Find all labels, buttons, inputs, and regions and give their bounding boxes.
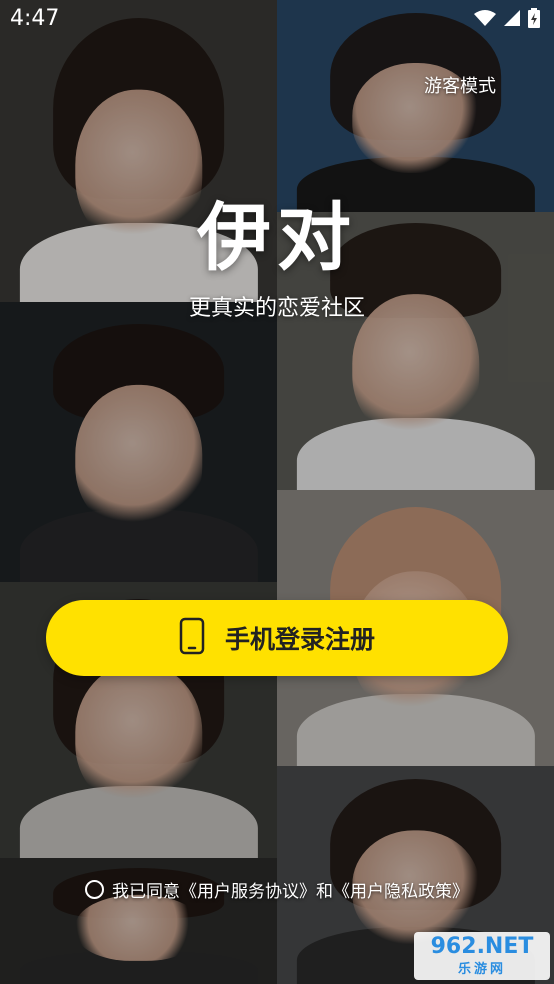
dim-overlay xyxy=(0,0,554,984)
status-time: 4:47 xyxy=(10,5,60,31)
agreement-row: 我已同意 《用户服务协议》 和 《用户隐私政策》 xyxy=(0,877,554,902)
agreement-prefix: 我已同意 xyxy=(112,882,180,902)
app-slogan: 更真实的恋爱社区 xyxy=(188,296,365,321)
agree-checkbox[interactable] xyxy=(85,880,104,899)
wifi-icon xyxy=(474,9,496,27)
mobile-phone-icon xyxy=(179,617,205,659)
cell-signal-icon xyxy=(504,10,520,26)
agreement-conjunction: 和 xyxy=(316,882,333,902)
login-button-label: 手机登录注册 xyxy=(224,625,375,654)
guest-mode-link[interactable]: 游客模式 xyxy=(424,72,496,98)
watermark-subtitle: 乐游网 xyxy=(457,961,506,977)
battery-icon xyxy=(528,8,540,28)
watermark-suffix: .NET xyxy=(476,933,534,959)
site-watermark: 962.NET 乐游网 xyxy=(414,932,550,980)
app-logo: 伊对 xyxy=(197,195,357,281)
terms-of-service-link[interactable]: 《用户服务协议》 xyxy=(180,877,316,902)
privacy-policy-link[interactable]: 《用户隐私政策》 xyxy=(333,877,469,902)
phone-login-button[interactable]: 手机登录注册 xyxy=(46,600,508,676)
status-bar: 4:47 xyxy=(0,0,554,36)
watermark-brand: 962 xyxy=(430,933,477,959)
status-icons xyxy=(474,8,554,28)
